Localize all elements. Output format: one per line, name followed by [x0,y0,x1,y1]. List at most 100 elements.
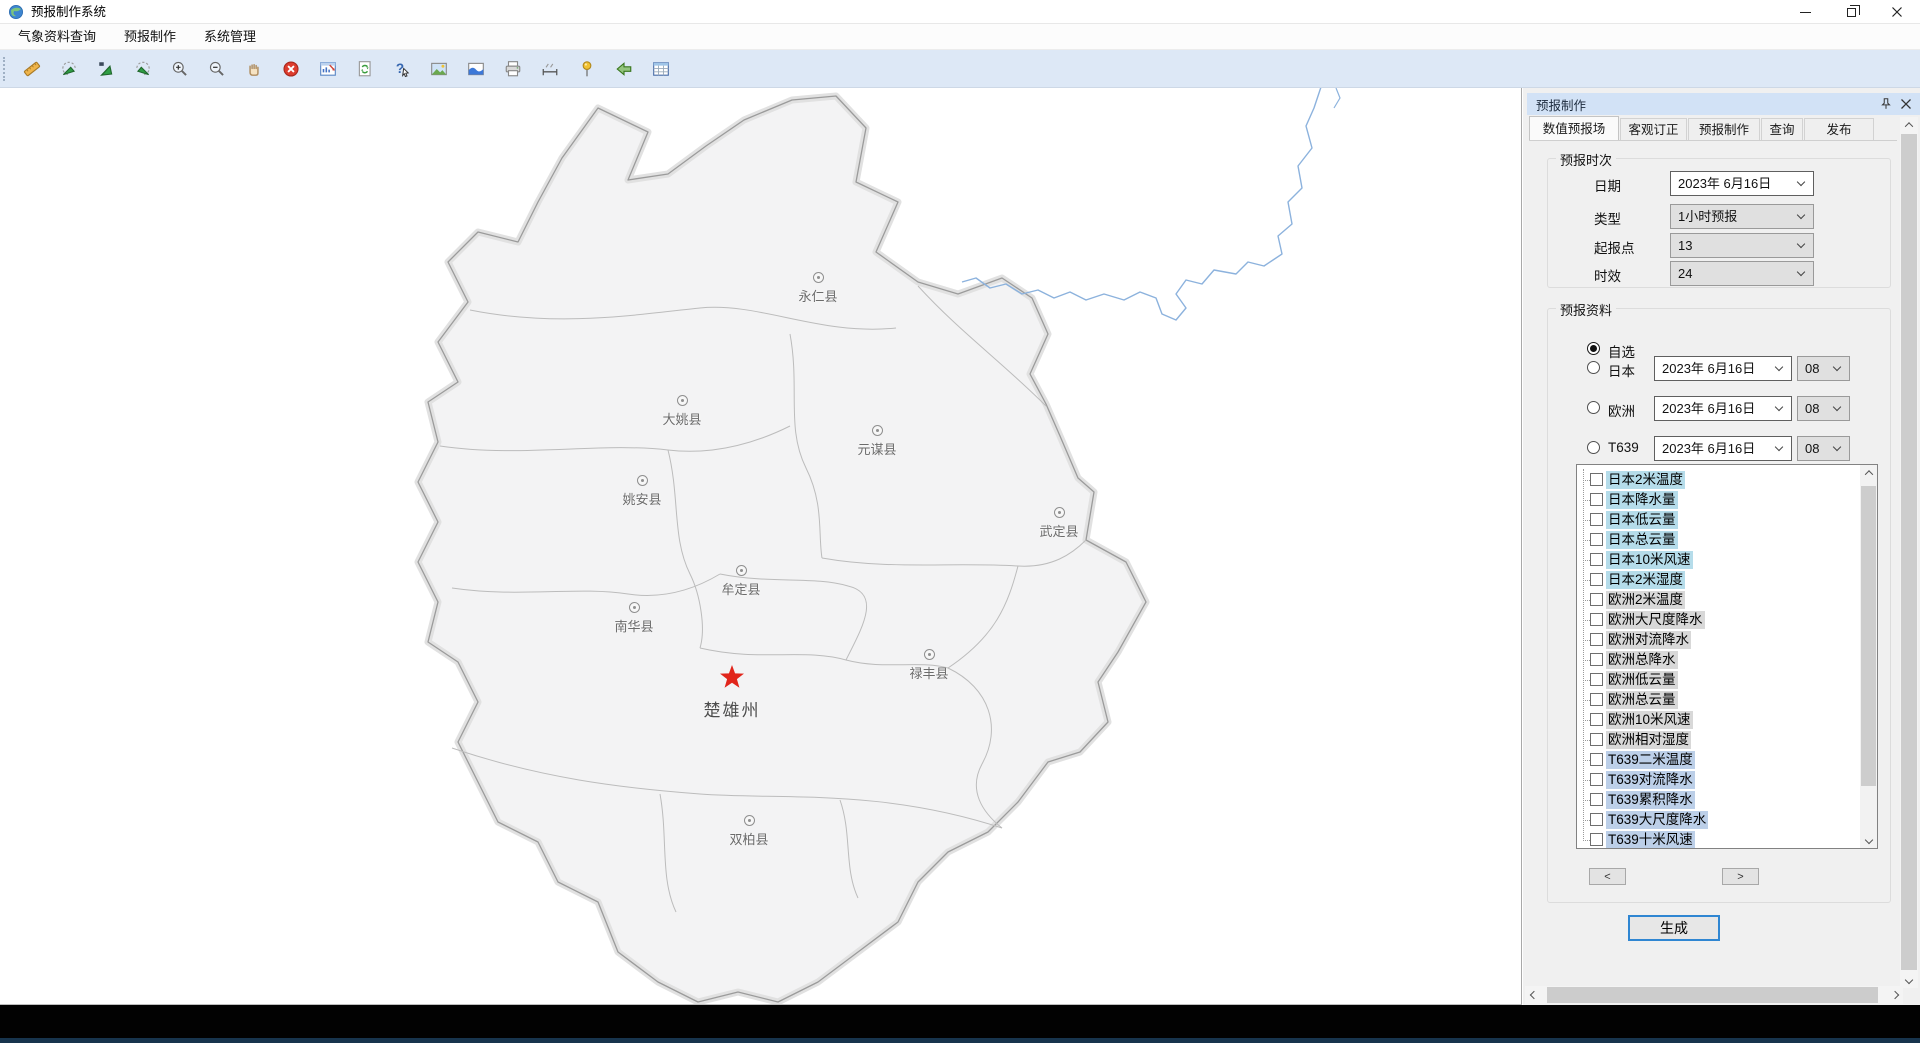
date-combo-2[interactable]: 2023年 6月16日 [1654,396,1792,421]
combo-1[interactable]: 1小时预报 [1670,204,1814,229]
date-combo-1[interactable]: 2023年 6月16日 [1654,356,1792,381]
toolbar-button-measure-distance[interactable] [531,55,568,83]
radio-3[interactable] [1587,441,1600,454]
hour-combo-2[interactable]: 08 [1797,396,1850,421]
checkbox[interactable] [1590,633,1603,646]
list-item-5[interactable]: 日本2米湿度 [1577,570,1859,590]
combo-2[interactable]: 13 [1670,233,1814,258]
next-button[interactable]: > [1722,868,1759,885]
hour-combo-3[interactable]: 08 [1797,436,1850,461]
checkbox[interactable] [1590,833,1603,846]
checkbox[interactable] [1590,553,1603,566]
map-canvas[interactable]: 永仁县大姚县元谋县姚安县武定县牟定县南华县禄丰县双柏县楚雄州 [0,88,1522,1005]
tab-1[interactable]: 客观订正 [1620,118,1687,140]
toolbar-grip[interactable] [3,57,7,81]
list-item-17[interactable]: T639大尺度降水 [1577,810,1859,830]
panel-scroll-right-button[interactable] [1886,986,1903,1004]
toolbar-button-image-overlay[interactable] [457,55,494,83]
list-item-8[interactable]: 欧洲对流降水 [1577,630,1859,650]
checkbox[interactable] [1590,653,1603,666]
menu-item-1[interactable]: 预报制作 [110,24,190,50]
toolbar-button-pin[interactable] [568,55,605,83]
hour-combo-1[interactable]: 08 [1797,356,1850,381]
toolbar-button-zoom-previous[interactable] [124,55,161,83]
checkbox[interactable] [1590,513,1603,526]
pan-hand-icon [245,60,263,78]
checkbox[interactable] [1590,713,1603,726]
list-item-4[interactable]: 日本10米风速 [1577,550,1859,570]
checkbox[interactable] [1590,533,1603,546]
radio-0[interactable] [1587,342,1600,355]
panel-vscroll-thumb[interactable] [1901,134,1917,970]
tab-4[interactable]: 发布 [1804,118,1874,140]
panel-pin-button[interactable] [1876,95,1896,113]
checkbox[interactable] [1590,573,1603,586]
list-scroll-thumb[interactable] [1861,486,1876,786]
county-marker [736,565,747,576]
toolbar-button-data-grid[interactable] [642,55,679,83]
checkbox[interactable] [1590,753,1603,766]
list-item-1[interactable]: 日本降水量 [1577,490,1859,510]
list-item-9[interactable]: 欧洲总降水 [1577,650,1859,670]
list-scroll-up-button[interactable] [1860,465,1877,481]
list-item-7[interactable]: 欧洲大尺度降水 [1577,610,1859,630]
checkbox[interactable] [1590,613,1603,626]
panel-close-button[interactable] [1896,95,1916,113]
toolbar-button-zoom-extent[interactable] [50,55,87,83]
list-item-11[interactable]: 欧洲总云量 [1577,690,1859,710]
combo-0[interactable]: 2023年 6月16日 [1670,171,1814,196]
panel-hscroll-thumb[interactable] [1547,987,1878,1003]
checkbox[interactable] [1590,673,1603,686]
radio-1[interactable] [1587,361,1600,374]
toolbar-button-help[interactable]: ? [383,55,420,83]
list-item-16[interactable]: T639累积降水 [1577,790,1859,810]
combo-3[interactable]: 24 [1670,261,1814,286]
list-item-2[interactable]: 日本低云量 [1577,510,1859,530]
list-item-10[interactable]: 欧洲低云量 [1577,670,1859,690]
list-item-12[interactable]: 欧洲10米风速 [1577,710,1859,730]
checkbox[interactable] [1590,693,1603,706]
radio-2[interactable] [1587,401,1600,414]
toolbar-button-zoom-in[interactable] [161,55,198,83]
list-item-3[interactable]: 日本总云量 [1577,530,1859,550]
checkbox[interactable] [1590,773,1603,786]
toolbar-button-pan-hand[interactable] [235,55,272,83]
prev-button[interactable]: < [1589,868,1626,885]
toolbar-button-ruler[interactable] [13,55,50,83]
generate-button[interactable]: 生成 [1628,915,1720,941]
toolbar-button-image[interactable] [420,55,457,83]
list-item-18[interactable]: T639十米风速 [1577,830,1859,849]
menubar: 气象资料查询预报制作系统管理 [0,24,1920,50]
minimize-button[interactable] [1782,0,1828,24]
list-item-13[interactable]: 欧洲相对湿度 [1577,730,1859,750]
date-combo-3[interactable]: 2023年 6月16日 [1654,436,1792,461]
tab-2[interactable]: 预报制作 [1688,118,1760,140]
tab-0[interactable]: 数值预报场 [1529,116,1619,140]
tab-3[interactable]: 查询 [1761,118,1803,140]
checkbox[interactable] [1590,733,1603,746]
toolbar-button-print[interactable] [494,55,531,83]
toolbar-button-zoom-out[interactable] [198,55,235,83]
menu-item-0[interactable]: 气象资料查询 [4,24,110,50]
panel-scroll-up-button[interactable] [1900,117,1918,133]
close-button[interactable] [1874,0,1920,24]
list-item-15[interactable]: T639对流降水 [1577,770,1859,790]
toolbar-button-page-refresh[interactable] [346,55,383,83]
panel-scroll-left-button[interactable] [1525,986,1542,1004]
toolbar: ? [0,50,1920,88]
list-scroll-down-button[interactable] [1860,832,1877,848]
toolbar-button-back-arrow[interactable] [605,55,642,83]
toolbar-button-stop[interactable] [272,55,309,83]
checkbox[interactable] [1590,493,1603,506]
list-item-6[interactable]: 欧洲2米温度 [1577,590,1859,610]
restore-button[interactable] [1828,0,1874,24]
list-item-14[interactable]: T639二米温度 [1577,750,1859,770]
list-item-0[interactable]: 日本2米温度 [1577,470,1859,490]
checkbox[interactable] [1590,473,1603,486]
menu-item-2[interactable]: 系统管理 [190,24,270,50]
checkbox[interactable] [1590,793,1603,806]
checkbox[interactable] [1590,593,1603,606]
toolbar-button-pan-arrow[interactable] [87,55,124,83]
toolbar-button-chart-window[interactable] [309,55,346,83]
checkbox[interactable] [1590,813,1603,826]
